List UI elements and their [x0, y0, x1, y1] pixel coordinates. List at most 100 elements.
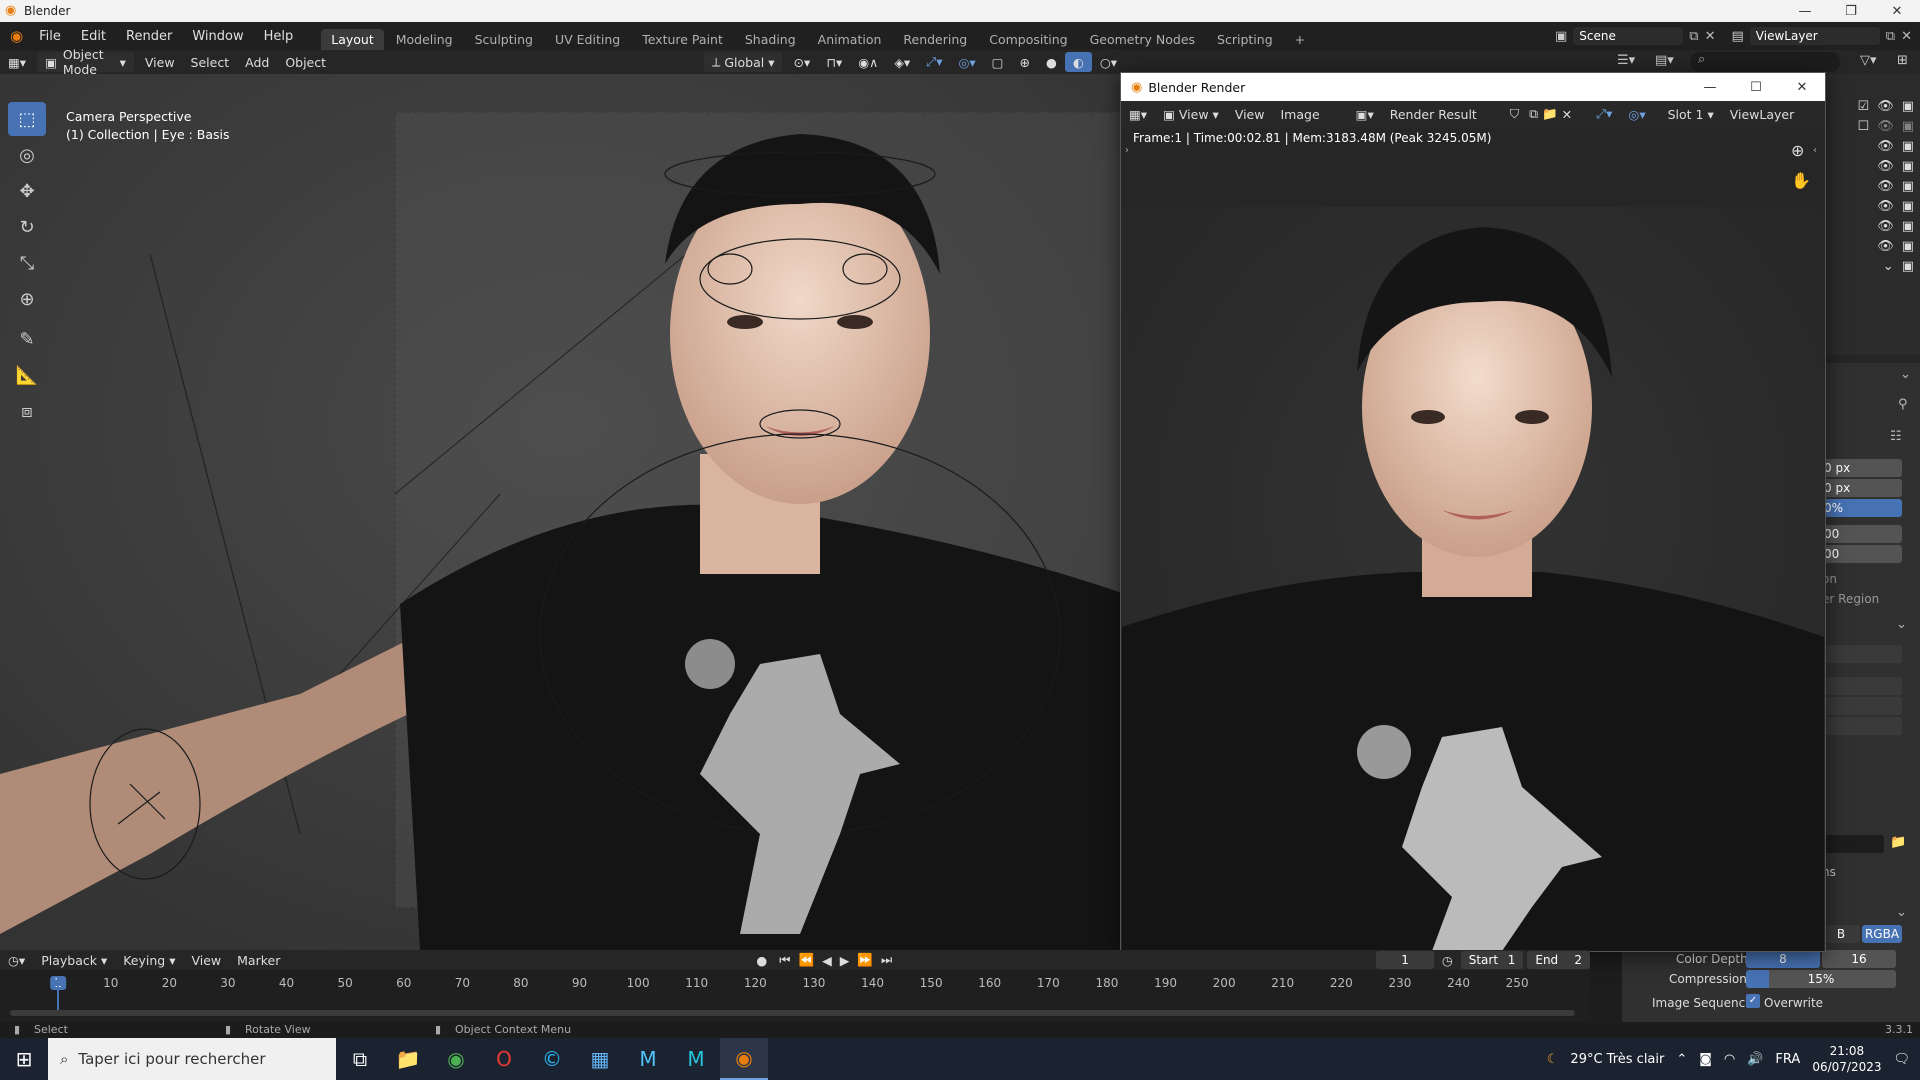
language-indicator[interactable]: FRA	[1775, 1052, 1800, 1067]
eye-icon[interactable]: 👁	[1877, 199, 1894, 214]
outliner-search-input[interactable]: ⌕	[1690, 52, 1840, 72]
tab-animation[interactable]: Animation	[808, 29, 892, 50]
eye-icon[interactable]: 👁	[1877, 139, 1894, 154]
camera-render-icon[interactable]: ▣	[1902, 259, 1914, 274]
menu-image[interactable]: Image	[1272, 104, 1327, 124]
checkbox-icon[interactable]: ☐	[1858, 119, 1870, 134]
menu-render[interactable]: Render	[116, 29, 182, 44]
tab-shading[interactable]: Shading	[735, 29, 806, 50]
camera-render-icon[interactable]: ▣	[1902, 99, 1914, 114]
overlay-icon[interactable]: ◎▾	[1620, 104, 1653, 124]
tab-modeling[interactable]: Modeling	[386, 29, 463, 50]
task-view-icon[interactable]: ⧉	[336, 1038, 384, 1080]
render-result-image[interactable]	[1122, 207, 1824, 951]
output-path-field[interactable]	[1822, 835, 1884, 853]
eye-icon[interactable]: 👁	[1877, 219, 1894, 234]
app-m-icon[interactable]: M	[624, 1038, 672, 1080]
image-name-field[interactable]: Render Result	[1382, 104, 1502, 124]
camera-render-icon[interactable]: ▣	[1902, 219, 1914, 234]
editor-type-icon[interactable]: ▦▾	[1121, 104, 1155, 124]
menu-view[interactable]: View	[1227, 104, 1273, 124]
menu-add[interactable]: Add	[237, 52, 277, 72]
resolution-x-field[interactable]: 0 px	[1822, 459, 1902, 477]
scene-icon[interactable]: ▣	[1555, 29, 1567, 44]
camera-tray-icon[interactable]: ◙	[1699, 1052, 1712, 1067]
editor-type-icon[interactable]: ▦▾	[0, 52, 34, 72]
menu-window[interactable]: Window	[182, 29, 253, 44]
viewlayer-icon[interactable]: ▤	[1732, 29, 1744, 44]
clock[interactable]: 21:08 06/07/2023	[1812, 1043, 1881, 1075]
scene-field[interactable]: Scene	[1573, 27, 1684, 45]
menu-edit[interactable]: Edit	[71, 29, 116, 44]
delete-scene-icon[interactable]: ✕	[1705, 29, 1716, 44]
pan-hand-icon[interactable]: ✋	[1791, 171, 1811, 190]
overwrite-checkbox[interactable]: ✓	[1746, 994, 1760, 1008]
new-scene-icon[interactable]: ⧉	[1689, 29, 1698, 44]
windows-start-icon[interactable]: ⊞	[0, 1038, 48, 1080]
chevron-down-icon[interactable]: ⌄	[1896, 905, 1907, 920]
minimize-icon[interactable]: —	[1782, 0, 1828, 22]
gizmo-icon[interactable]: ⤢▾	[1588, 104, 1620, 124]
timeline-ruler[interactable]: 1102030405060708090100110120130140150160…	[0, 950, 1590, 1010]
eye-icon[interactable]: 👁	[1877, 159, 1894, 174]
chevron-down-icon[interactable]: ⌄	[1896, 617, 1907, 632]
store-icon[interactable]: ▦	[576, 1038, 624, 1080]
weather-icon[interactable]: ☾	[1547, 1052, 1559, 1067]
mode-dropdown[interactable]: ▣ Object Mode ▾	[37, 47, 134, 77]
pivot-icon[interactable]: ⊙▾	[785, 52, 818, 72]
orientation-dropdown[interactable]: ⟂ Global ▾	[704, 52, 783, 72]
xray-icon[interactable]: ▢	[984, 52, 1012, 72]
aspect-y-field[interactable]: 00	[1822, 545, 1902, 563]
tab-sculpting[interactable]: Sculpting	[465, 29, 543, 50]
eye-icon[interactable]: 👁	[1877, 239, 1894, 254]
timeline-scrollbar[interactable]	[10, 1010, 1575, 1016]
tab-rendering[interactable]: Rendering	[893, 29, 977, 50]
aspect-x-field[interactable]: 00	[1822, 525, 1902, 543]
fake-user-icon[interactable]: ⛉	[1502, 104, 1527, 124]
checkbox-icon[interactable]: ☑	[1858, 99, 1870, 114]
volume-icon[interactable]: 🔊	[1747, 1052, 1763, 1067]
camera-render-icon[interactable]: ▣	[1902, 179, 1914, 194]
color-depth-8-button[interactable]: 8	[1746, 950, 1820, 968]
camera-render-icon[interactable]: ▣	[1902, 159, 1914, 174]
delete-viewlayer-icon[interactable]: ✕	[1901, 29, 1912, 44]
eye-icon[interactable]: 👁	[1877, 179, 1894, 194]
frame-rate-field[interactable]	[1822, 717, 1902, 735]
cursor-tool-icon[interactable]: ◎	[8, 138, 46, 172]
taskbar-search-input[interactable]: ⌕ Taper ici pour rechercher	[48, 1038, 336, 1080]
new-viewlayer-icon[interactable]: ⧉	[1886, 29, 1895, 44]
app-m2-icon[interactable]: M	[672, 1038, 720, 1080]
frame-end-field[interactable]	[1822, 677, 1902, 695]
chevron-right-icon[interactable]: ›	[1125, 145, 1129, 156]
eye-icon[interactable]: 👁	[1877, 99, 1894, 114]
move-tool-icon[interactable]: ✥	[8, 174, 46, 208]
menu-help[interactable]: Help	[254, 29, 304, 44]
ccleaner-icon[interactable]: ©	[528, 1038, 576, 1080]
tab-uv-editing[interactable]: UV Editing	[545, 29, 630, 50]
menu-file[interactable]: File	[29, 29, 71, 44]
tray-chevron-icon[interactable]: ⌃	[1676, 1052, 1687, 1067]
frame-start-field[interactable]	[1822, 645, 1902, 663]
chevron-left-icon[interactable]: ‹	[1813, 145, 1817, 156]
resolution-percent-field[interactable]: 0%	[1822, 499, 1902, 517]
scale-tool-icon[interactable]: ⤡	[8, 246, 46, 280]
viewlayer-field[interactable]: ViewLayer	[1749, 27, 1880, 45]
zoom-icon[interactable]: ⊕	[1791, 141, 1804, 160]
blender-menu-icon[interactable]: ◉	[10, 27, 23, 45]
new-image-icon[interactable]: ⧉	[1527, 104, 1540, 124]
open-image-icon[interactable]: 📁	[1540, 104, 1560, 124]
shading-wire-icon[interactable]: ⊕	[1011, 52, 1037, 72]
chrome-icon[interactable]: ◉	[432, 1038, 480, 1080]
shading-solid-icon[interactable]: ●	[1038, 52, 1065, 72]
unlink-image-icon[interactable]: ✕	[1560, 104, 1574, 124]
add-workspace-icon[interactable]: +	[1285, 29, 1315, 50]
list-icon[interactable]: ☷	[1890, 429, 1902, 444]
camera-render-icon[interactable]: ▣	[1902, 239, 1914, 254]
slot-dropdown[interactable]: Slot 1 ▾	[1660, 104, 1722, 124]
render-viewlayer-dropdown[interactable]: ViewLayer	[1722, 104, 1803, 124]
tab-geometry-nodes[interactable]: Geometry Nodes	[1080, 29, 1205, 50]
color-depth-16-button[interactable]: 16	[1822, 950, 1896, 968]
notification-icon[interactable]: 🗨	[1893, 1052, 1910, 1067]
shading-material-icon[interactable]: ◐	[1064, 52, 1092, 72]
file-explorer-icon[interactable]: 📁	[384, 1038, 432, 1080]
